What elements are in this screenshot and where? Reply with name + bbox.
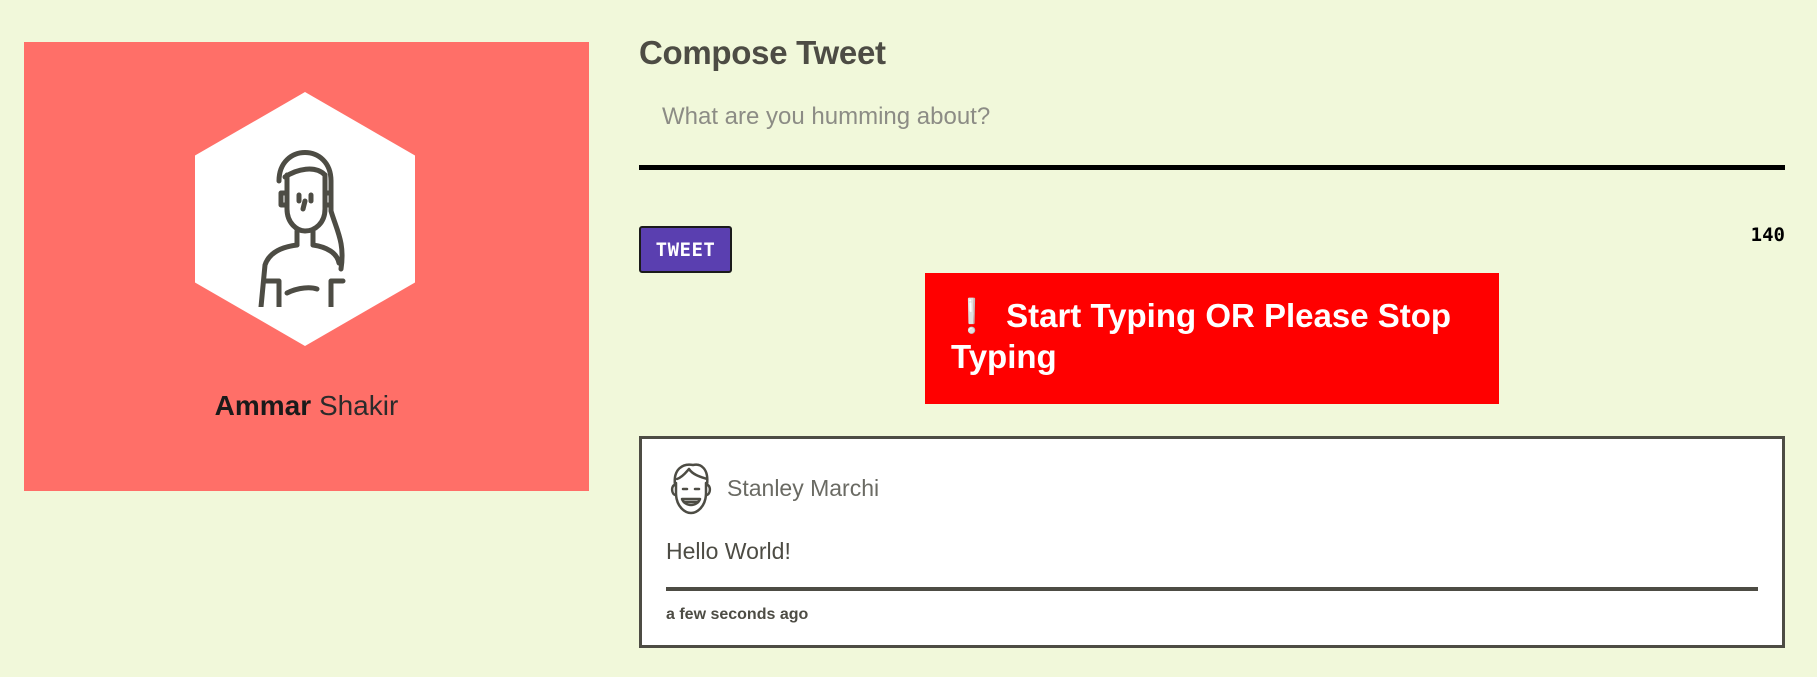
exclamation-icon: ❕ [951,297,993,334]
alert-box: ❕ Start Typing OR Please Stop Typing [925,273,1499,404]
profile-avatar-frame [195,92,415,346]
compose-section: Compose Tweet TWEET 140 ❕Start Typing OR… [639,34,1785,404]
tweet-card: Stanley Marchi Hello World! a few second… [639,436,1785,648]
char-counter: 140 [1750,224,1785,246]
profile-name: Ammar Shakir [24,390,589,422]
tweet-button[interactable]: TWEET [639,226,732,273]
man-avatar-icon [670,463,712,515]
profile-card: Ammar Shakir [24,42,589,491]
tweet-text: Hello World! [666,538,791,564]
compose-title: Compose Tweet [639,34,886,71]
profile-first-name: Ammar [214,390,312,421]
tweet-divider [666,587,1758,591]
tweet-author: Stanley Marchi [727,475,880,501]
tweet-timestamp: a few seconds ago [666,606,809,623]
tweet-input[interactable] [639,96,1785,170]
profile-last-name: Shakir [318,390,399,421]
woman-avatar-icon [258,150,346,307]
alert-message: Start Typing OR Please Stop Typing [951,297,1452,375]
